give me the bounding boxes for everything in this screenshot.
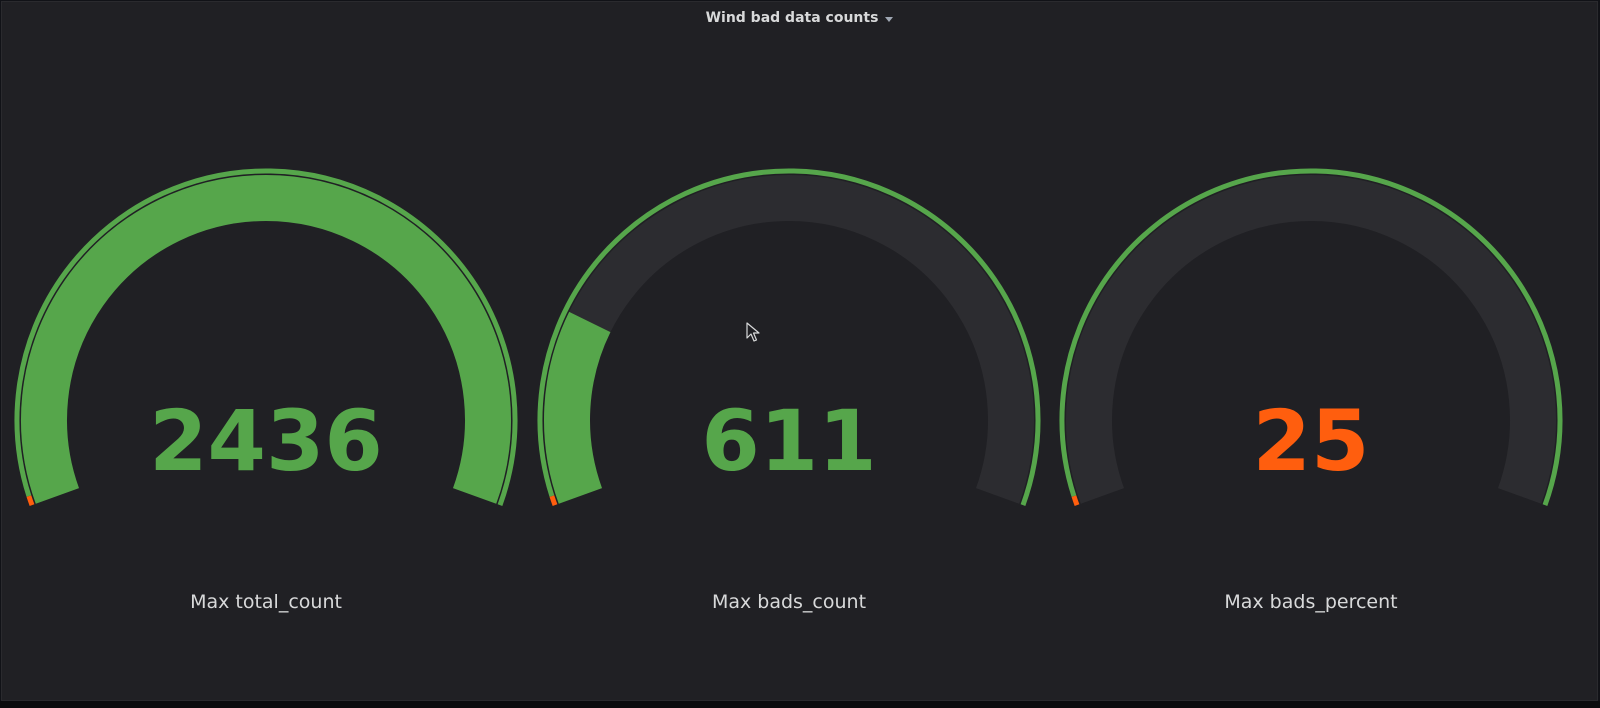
gauge-threshold-orange-arc (549, 495, 558, 507)
gauge-value-arc (544, 311, 611, 504)
gauge-label: Max total_count (190, 591, 342, 613)
bottom-strip (0, 701, 1600, 708)
mouse-pointer-icon (746, 322, 760, 342)
gauge-total-count: 2436 Max total_count (14, 168, 518, 613)
gauge-label: Max bads_percent (1224, 591, 1397, 613)
gauge-value: 2436 (149, 392, 383, 490)
gauge-label: Max bads_count (712, 591, 866, 613)
gauge-bads-count: 611 Max bads_count (537, 168, 1041, 613)
gauge-value: 611 (701, 392, 876, 490)
gauge-threshold-orange-arc (26, 495, 35, 507)
gauges-area: 2436 Max total_count 611 Max bads_count … (14, 168, 1563, 613)
gauge-threshold-orange-arc (1071, 495, 1080, 507)
gauge-bads-percent: 25 Max bads_percent (1059, 168, 1563, 613)
gauge-value: 25 (1253, 392, 1370, 490)
